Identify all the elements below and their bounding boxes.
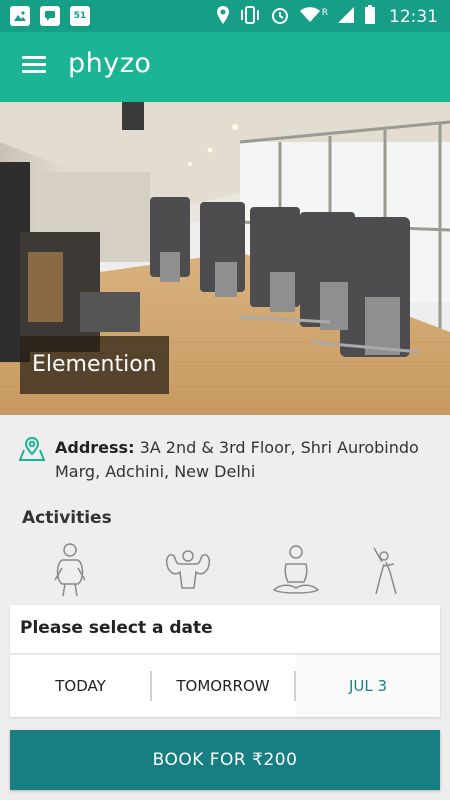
gym-photo: Elemention	[0, 102, 450, 415]
meditation-icon	[272, 545, 320, 594]
alarm-icon	[270, 5, 290, 29]
gym-name-label: Elemention	[20, 336, 169, 394]
date-selector: Please select a date TODAY TOMORROW JUL …	[10, 605, 440, 717]
book-button[interactable]: BOOK FOR ₹200	[10, 730, 440, 790]
chat-icon	[40, 6, 60, 26]
vibrate-icon	[239, 6, 261, 28]
date-selector-title: Please select a date	[20, 618, 213, 638]
activities-icons	[0, 542, 450, 598]
weight-loss-icon	[54, 543, 86, 597]
battery-icon	[364, 5, 376, 29]
app-logo: phyzo	[68, 48, 152, 79]
date-option-today[interactable]: TODAY	[10, 655, 151, 717]
address-label: Address:	[55, 438, 135, 457]
menu-icon[interactable]	[22, 54, 48, 76]
wifi-icon	[299, 7, 321, 27]
clock: 12:31	[389, 7, 438, 27]
date-option-jul-3[interactable]: JUL 3	[296, 655, 440, 717]
date-option-tomorrow[interactable]: TOMORROW	[152, 655, 294, 717]
app-bar: phyzo	[0, 32, 450, 102]
image-icon	[10, 6, 30, 26]
location-icon	[216, 5, 230, 29]
stretching-icon	[373, 547, 397, 595]
signal-roaming-label: R	[321, 8, 328, 18]
calendar-icon: 51	[70, 6, 90, 26]
activities-title: Activities	[22, 508, 112, 528]
muscle-icon	[165, 550, 211, 589]
cell-signal-icon	[337, 6, 355, 28]
status-bar: 51 R 12:31	[0, 0, 450, 32]
map-location-icon	[18, 436, 46, 461]
address-text: Address: 3A 2nd & 3rd Floor, Shri Aurobi…	[55, 436, 425, 484]
